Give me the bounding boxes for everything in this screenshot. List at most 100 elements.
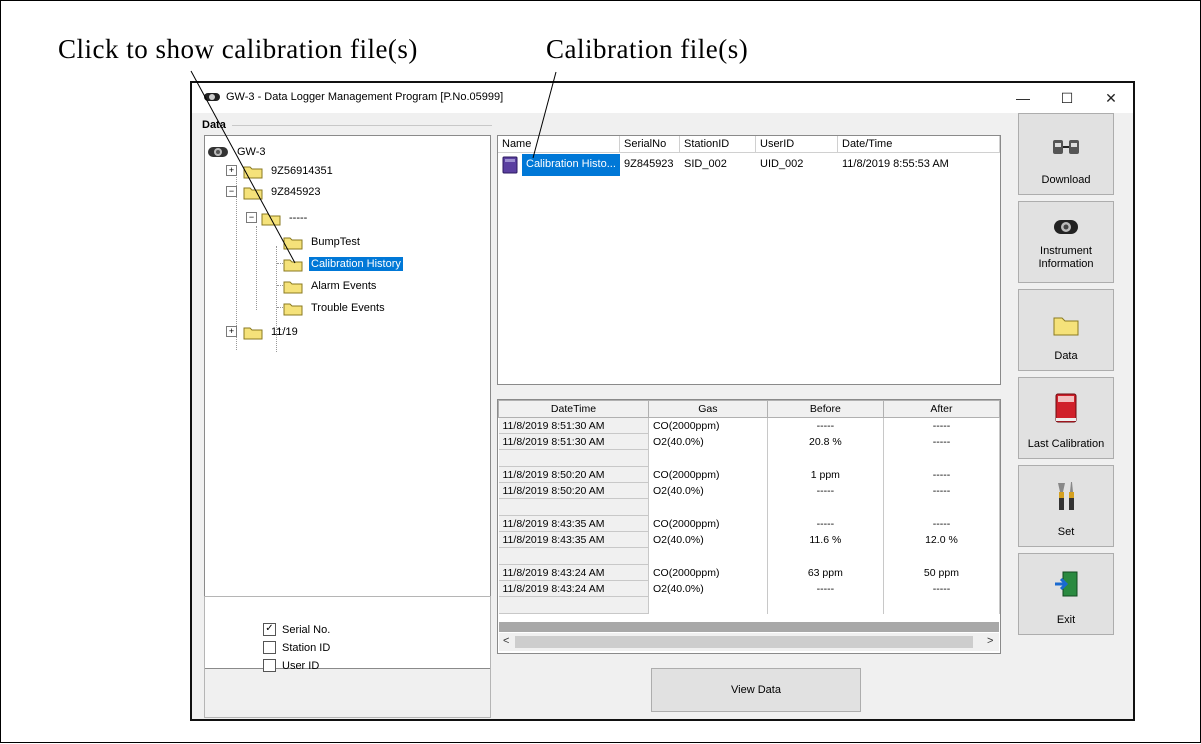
- close-button[interactable]: ✕: [1089, 83, 1133, 113]
- collapse-minus-icon[interactable]: −: [226, 186, 237, 197]
- tree-node-trouble-events[interactable]: Trouble Events: [283, 298, 387, 318]
- data-tree[interactable]: GW-3 + 9Z56914351 − 9Z845923 − ----- Bum…: [204, 135, 491, 669]
- calibration-detail-table[interactable]: DateTime Gas Before After 11/8/2019 8:51…: [497, 399, 1001, 654]
- exit-door-icon: [1055, 571, 1078, 597]
- checkbox-label: Station ID: [282, 641, 331, 654]
- cell-gas: O2(40.0%): [648, 580, 768, 597]
- tree-node-bumptest[interactable]: BumpTest: [283, 232, 362, 252]
- download-label: Download: [1041, 174, 1091, 186]
- column-header-datetime[interactable]: Date/Time: [838, 136, 1000, 153]
- tree-node-alarm-events[interactable]: Alarm Events: [283, 276, 378, 296]
- scrollbar-thumb[interactable]: [515, 636, 973, 648]
- table-row[interactable]: 11/8/2019 8:51:30 AM CO(2000ppm) ----- ----…: [498, 417, 1000, 434]
- maximize-button[interactable]: ☐: [1045, 83, 1089, 113]
- cell-after: [883, 498, 1000, 516]
- app-window: GW-3 - Data Logger Management Program [P…: [190, 81, 1135, 721]
- tree-node-gw3[interactable]: GW-3: [207, 142, 268, 162]
- cell-datetime: 11/8/2019 8:50:20 AM: [498, 482, 649, 499]
- folder-icon: [283, 237, 303, 249]
- column-header-stationid[interactable]: StationID: [680, 136, 756, 153]
- checkbox-mark[interactable]: ✓: [263, 623, 276, 636]
- station-id-checkbox[interactable]: Station ID: [263, 641, 330, 654]
- cell-gas: [648, 498, 768, 516]
- tree-label: 11/19: [271, 326, 298, 338]
- table-header-datetime[interactable]: DateTime: [498, 400, 649, 418]
- cell-before: [767, 596, 884, 614]
- cell-gas: O2(40.0%): [648, 433, 768, 450]
- cell-after: -----: [883, 482, 1000, 499]
- user-id-checkbox[interactable]: User ID: [263, 659, 319, 672]
- serial-no-checkbox[interactable]: ✓ Serial No.: [263, 623, 330, 636]
- instrument-information-button[interactable]: Instrument Information: [1018, 201, 1114, 283]
- cell-after: [883, 449, 1000, 467]
- tree-node-11-19[interactable]: 11/19: [243, 322, 300, 342]
- calibration-file-icon: [502, 156, 518, 174]
- cell-after: [883, 547, 1000, 565]
- cell-before: -----: [767, 515, 884, 532]
- checkbox-mark[interactable]: [263, 659, 276, 672]
- cell-after: -----: [883, 515, 1000, 532]
- folder-icon: [1053, 317, 1079, 336]
- table-row[interactable]: [498, 596, 1000, 614]
- cell-datetime: 11/8/2019 8:51:30 AM: [498, 433, 649, 450]
- table-row[interactable]: 11/8/2019 8:50:20 AM O2(40.0%) ----- -----: [498, 482, 1000, 499]
- view-data-label: View Data: [731, 684, 781, 696]
- cell-datetime: 11/8/2019 8:50:20 AM: [498, 466, 649, 483]
- collapse-minus-icon[interactable]: −: [246, 212, 257, 223]
- column-header-serialno[interactable]: SerialNo: [620, 136, 680, 153]
- minimize-button[interactable]: —: [1001, 83, 1045, 113]
- table-row[interactable]: [498, 449, 1000, 467]
- group-divider: [232, 125, 492, 126]
- cell-before: [767, 498, 884, 516]
- tree-node-9z845923[interactable]: 9Z845923: [243, 182, 323, 202]
- data-button[interactable]: Data: [1018, 289, 1114, 371]
- column-header-userid[interactable]: UserID: [756, 136, 838, 153]
- checkbox-mark[interactable]: [263, 641, 276, 654]
- tree-label: 9Z845923: [271, 186, 321, 198]
- expand-plus-icon[interactable]: +: [226, 326, 237, 337]
- column-header-name[interactable]: Name: [498, 136, 620, 153]
- expand-plus-icon[interactable]: +: [226, 165, 237, 176]
- table-row[interactable]: 11/8/2019 8:51:30 AM O2(40.0%) 20.8 % -----: [498, 433, 1000, 450]
- table-header-gas[interactable]: Gas: [647, 400, 768, 418]
- gw3-app-icon: [204, 93, 220, 101]
- tree-node-9z56914351[interactable]: 9Z56914351: [243, 161, 335, 181]
- view-data-button[interactable]: View Data: [651, 668, 861, 712]
- table-header-before[interactable]: Before: [766, 400, 884, 418]
- title-bar[interactable]: GW-3 - Data Logger Management Program [P…: [192, 83, 1133, 113]
- cell-before: 20.8 %: [767, 433, 884, 450]
- cell-datetime: 11/8/2019 8:43:24 AM: [498, 564, 649, 581]
- tree-label: Calibration History: [309, 257, 403, 271]
- table-row[interactable]: 11/8/2019 8:43:24 AM CO(2000ppm) 63 ppm 50 …: [498, 564, 1000, 581]
- table-row[interactable]: [498, 547, 1000, 565]
- file-datetime-cell: 11/8/2019 8:55:53 AM: [842, 158, 949, 170]
- cell-gas: [648, 449, 768, 467]
- file-name-cell[interactable]: Calibration Histo...: [522, 154, 620, 176]
- last-calibration-button[interactable]: Last Calibration: [1018, 377, 1114, 459]
- calibration-file-list[interactable]: Name SerialNo StationID UserID Date/Time…: [497, 135, 1001, 385]
- cell-before: -----: [767, 580, 884, 597]
- table-row[interactable]: 11/8/2019 8:50:20 AM CO(2000ppm) 1 ppm ----…: [498, 466, 1000, 483]
- tree-node-calibration-history[interactable]: Calibration History: [283, 254, 403, 274]
- cell-before: 63 ppm: [767, 564, 884, 581]
- table-row[interactable]: 11/8/2019 8:43:35 AM CO(2000ppm) ----- ----…: [498, 515, 1000, 532]
- exit-label: Exit: [1056, 614, 1076, 626]
- folder-icon: [261, 213, 281, 225]
- folder-icon: [283, 281, 303, 293]
- table-row[interactable]: 11/8/2019 8:43:24 AM O2(40.0%) ----- -----: [498, 580, 1000, 597]
- instrument-icon: [1054, 220, 1078, 234]
- scroll-left-icon[interactable]: <: [503, 635, 509, 647]
- set-button[interactable]: Set: [1018, 465, 1114, 547]
- scroll-right-icon[interactable]: >: [987, 635, 993, 647]
- horizontal-scrollbar[interactable]: < >: [499, 633, 999, 651]
- tree-node-dashes[interactable]: -----: [261, 208, 309, 228]
- exit-button[interactable]: Exit: [1018, 553, 1114, 635]
- cell-datetime: [498, 498, 649, 516]
- cell-before: [767, 547, 884, 565]
- download-button[interactable]: Download: [1018, 113, 1114, 195]
- table-row[interactable]: 11/8/2019 8:43:35 AM O2(40.0%) 11.6 % 12.0 …: [498, 531, 1000, 548]
- table-row[interactable]: [498, 498, 1000, 516]
- cell-datetime: 11/8/2019 8:43:35 AM: [498, 515, 649, 532]
- id-filter-group: ✓ Serial No. Station ID User ID: [204, 596, 491, 718]
- table-header-after[interactable]: After: [882, 400, 1000, 418]
